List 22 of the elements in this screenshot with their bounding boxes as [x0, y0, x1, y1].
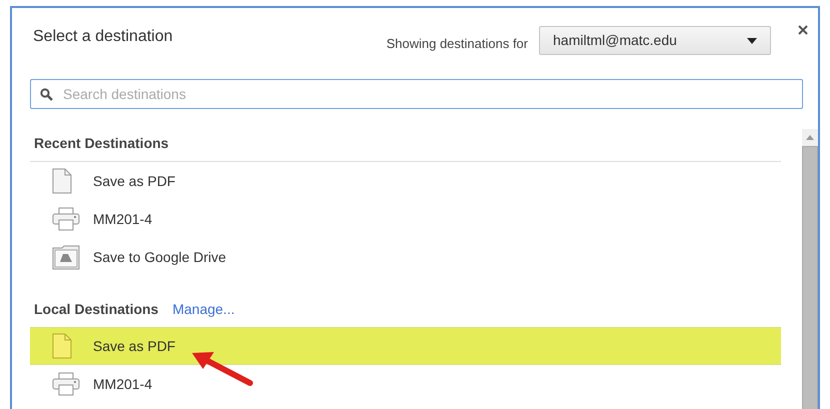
printer-icon — [52, 372, 80, 396]
account-dropdown[interactable]: hamiltml@matc.edu — [539, 26, 771, 55]
section-heading: Local Destinations — [34, 300, 158, 318]
destination-item[interactable]: Save as PDF — [30, 162, 781, 200]
destination-item[interactable]: Save to Google Drive — [30, 238, 781, 276]
caret-icon — [747, 38, 757, 44]
search-field[interactable]: Search destinations — [30, 79, 803, 109]
manage-link[interactable]: Manage... — [172, 298, 235, 320]
close-icon[interactable] — [798, 25, 808, 35]
destination-item[interactable]: MM201-4 — [30, 365, 781, 403]
pointer-arrow — [190, 349, 254, 389]
scroll-up-icon[interactable] — [806, 135, 814, 140]
printer-icon — [52, 207, 80, 231]
document-icon — [52, 333, 72, 359]
drive-folder-icon — [52, 244, 80, 270]
dialog-title: Select a destination — [33, 27, 173, 47]
destination-item[interactable]: MM201-4 — [30, 200, 781, 238]
search-icon — [40, 88, 53, 101]
section-heading: Recent Destinations — [34, 134, 169, 153]
document-icon — [52, 168, 72, 194]
account-label: Showing destinations for — [386, 35, 528, 53]
destination-item[interactable]: Save as PDF — [30, 327, 781, 365]
